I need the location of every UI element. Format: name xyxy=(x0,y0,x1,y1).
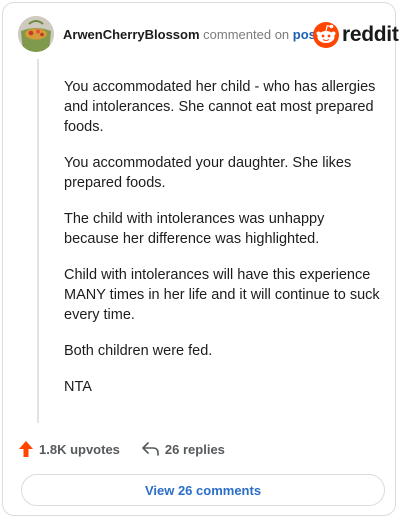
comment-stats: 1.8K upvotes 26 replies xyxy=(19,441,225,457)
comment-paragraph: You accommodated your daughter. She like… xyxy=(64,155,352,191)
comment-paragraph: NTA xyxy=(64,379,92,395)
avatar-image xyxy=(18,16,54,52)
username[interactable]: ArwenCherryBlossom xyxy=(63,27,200,42)
reddit-logo: reddit xyxy=(313,22,399,48)
comment-paragraph: Both children were fed. xyxy=(64,343,213,359)
comment-header: ArwenCherryBlossom commented on post xyxy=(63,27,320,43)
comment-paragraph: Child with intolerances will have this e… xyxy=(64,267,380,323)
reddit-wordmark: reddit xyxy=(342,23,399,46)
upvote-count: 1.8K upvotes xyxy=(39,441,120,457)
reply-count: 26 replies xyxy=(164,441,225,457)
commented-on-text: commented on xyxy=(203,27,290,42)
view-comments-button[interactable]: View 26 comments xyxy=(21,474,385,506)
replies-button[interactable]: 26 replies xyxy=(142,442,225,457)
upvote-button[interactable]: 1.8K upvotes xyxy=(19,441,120,457)
comment-paragraph: You accommodated her child - who has all… xyxy=(64,79,376,135)
reddit-snoo-icon xyxy=(313,22,339,48)
comment-paragraph: The child with intolerances was unhappy … xyxy=(64,211,325,247)
reply-arrow-icon xyxy=(142,442,159,456)
user-avatar[interactable] xyxy=(18,16,54,52)
comment-card: ArwenCherryBlossom commented on post red… xyxy=(2,2,399,516)
comment-body: You accommodated her child - who has all… xyxy=(64,77,382,413)
upvote-arrow-icon xyxy=(19,441,33,457)
thread-line xyxy=(37,59,39,423)
